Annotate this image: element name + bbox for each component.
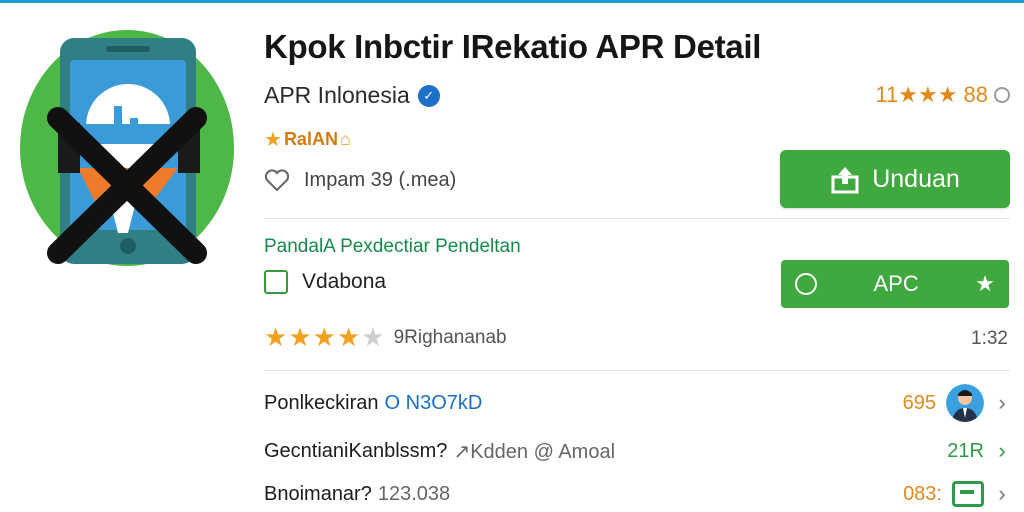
upload-arrow-icon bbox=[831, 167, 859, 194]
page-title: Kpok Inbctir IRekatio APR Detail bbox=[264, 28, 762, 65]
star-icon: ★ bbox=[264, 129, 282, 151]
badge-label: RalAN bbox=[283, 129, 338, 149]
star-filled-icon: ★ bbox=[336, 322, 362, 352]
star-filled-icon: ★ bbox=[264, 322, 289, 352]
review-row: ★★★★★ 9Righananab bbox=[264, 322, 507, 353]
developer-name[interactable]: APR Inlonesia bbox=[264, 82, 410, 109]
developer-row[interactable]: APR Inlonesia ✓ bbox=[264, 82, 440, 109]
list-item[interactable]: GecntianiKanblssm? ↗Kdden @ Amoal 21R › bbox=[264, 431, 1010, 471]
list-item-value: 123.038 bbox=[377, 482, 451, 505]
list-item[interactable]: Bnoimanar? 123.038 083: › bbox=[264, 474, 1010, 512]
divider bbox=[264, 218, 1010, 219]
list-item-label: GecntianiKanblssm? bbox=[264, 439, 448, 462]
list-item-count: 21R bbox=[947, 439, 984, 462]
apk-label: APC bbox=[873, 271, 919, 296]
rating-value: 11★★★ 88 bbox=[875, 82, 988, 107]
calculator-icon bbox=[952, 481, 984, 507]
section-title-link[interactable]: PandalA Pexdectiar Pendeltan bbox=[264, 236, 521, 258]
size-info: Impam 39 (.mea) bbox=[264, 168, 456, 192]
rating-summary: 11★★★ 88 bbox=[875, 82, 1010, 108]
top-accent-bar bbox=[0, 0, 1024, 3]
list-item-right: 083: › bbox=[903, 474, 1010, 512]
option-checkbox[interactable] bbox=[264, 270, 288, 294]
apk-button[interactable]: APC ★ bbox=[781, 260, 1009, 308]
phone-x-icon bbox=[20, 30, 234, 266]
list-item-value: O N3O7kD bbox=[384, 391, 483, 414]
star-empty-icon: ★ bbox=[361, 322, 386, 352]
avatar-icon bbox=[946, 384, 984, 422]
review-label: 9Righananab bbox=[393, 326, 507, 348]
editor-badge: ★ RalAN ⌂ bbox=[264, 127, 351, 152]
star-filled-icon: ★ bbox=[312, 322, 337, 352]
info-circle-icon[interactable] bbox=[994, 87, 1010, 103]
list-item-right: 21R › bbox=[947, 431, 1010, 471]
chevron-right-icon[interactable]: › bbox=[994, 390, 1010, 416]
list-item-right: 695 › bbox=[903, 383, 1010, 423]
option-row[interactable]: Vdabona bbox=[264, 270, 386, 294]
list-item[interactable]: Ponlkeckiran O N3O7kD 695 › bbox=[264, 383, 1010, 423]
home-icon: ⌂ bbox=[339, 129, 351, 149]
list-item-count: 083: bbox=[903, 482, 942, 505]
download-label: Unduan bbox=[872, 164, 960, 193]
circle-icon bbox=[795, 273, 817, 295]
star-filled-icon: ★ bbox=[288, 322, 313, 352]
option-label: Vdabona bbox=[302, 270, 387, 293]
divider bbox=[264, 370, 1010, 371]
list-item-count: 695 bbox=[902, 391, 936, 414]
chevron-right-icon[interactable]: › bbox=[994, 481, 1010, 507]
time-label: 1:32 bbox=[971, 328, 1008, 349]
size-text: Impam 39 (.mea) bbox=[304, 168, 457, 191]
download-button[interactable]: Unduan bbox=[780, 150, 1010, 208]
app-icon bbox=[18, 28, 236, 268]
chevron-right-icon[interactable]: › bbox=[994, 438, 1010, 464]
star-icon: ★ bbox=[975, 271, 995, 296]
list-item-value: ↗Kdden @ Amoal bbox=[453, 440, 616, 463]
rating-stars: ★★★★★ bbox=[264, 322, 386, 353]
list-item-label: Ponlkeckiran bbox=[264, 391, 379, 414]
list-item-label: Bnoimanar? bbox=[264, 482, 372, 505]
verified-check-icon: ✓ bbox=[417, 84, 440, 107]
heart-icon[interactable] bbox=[264, 168, 290, 192]
